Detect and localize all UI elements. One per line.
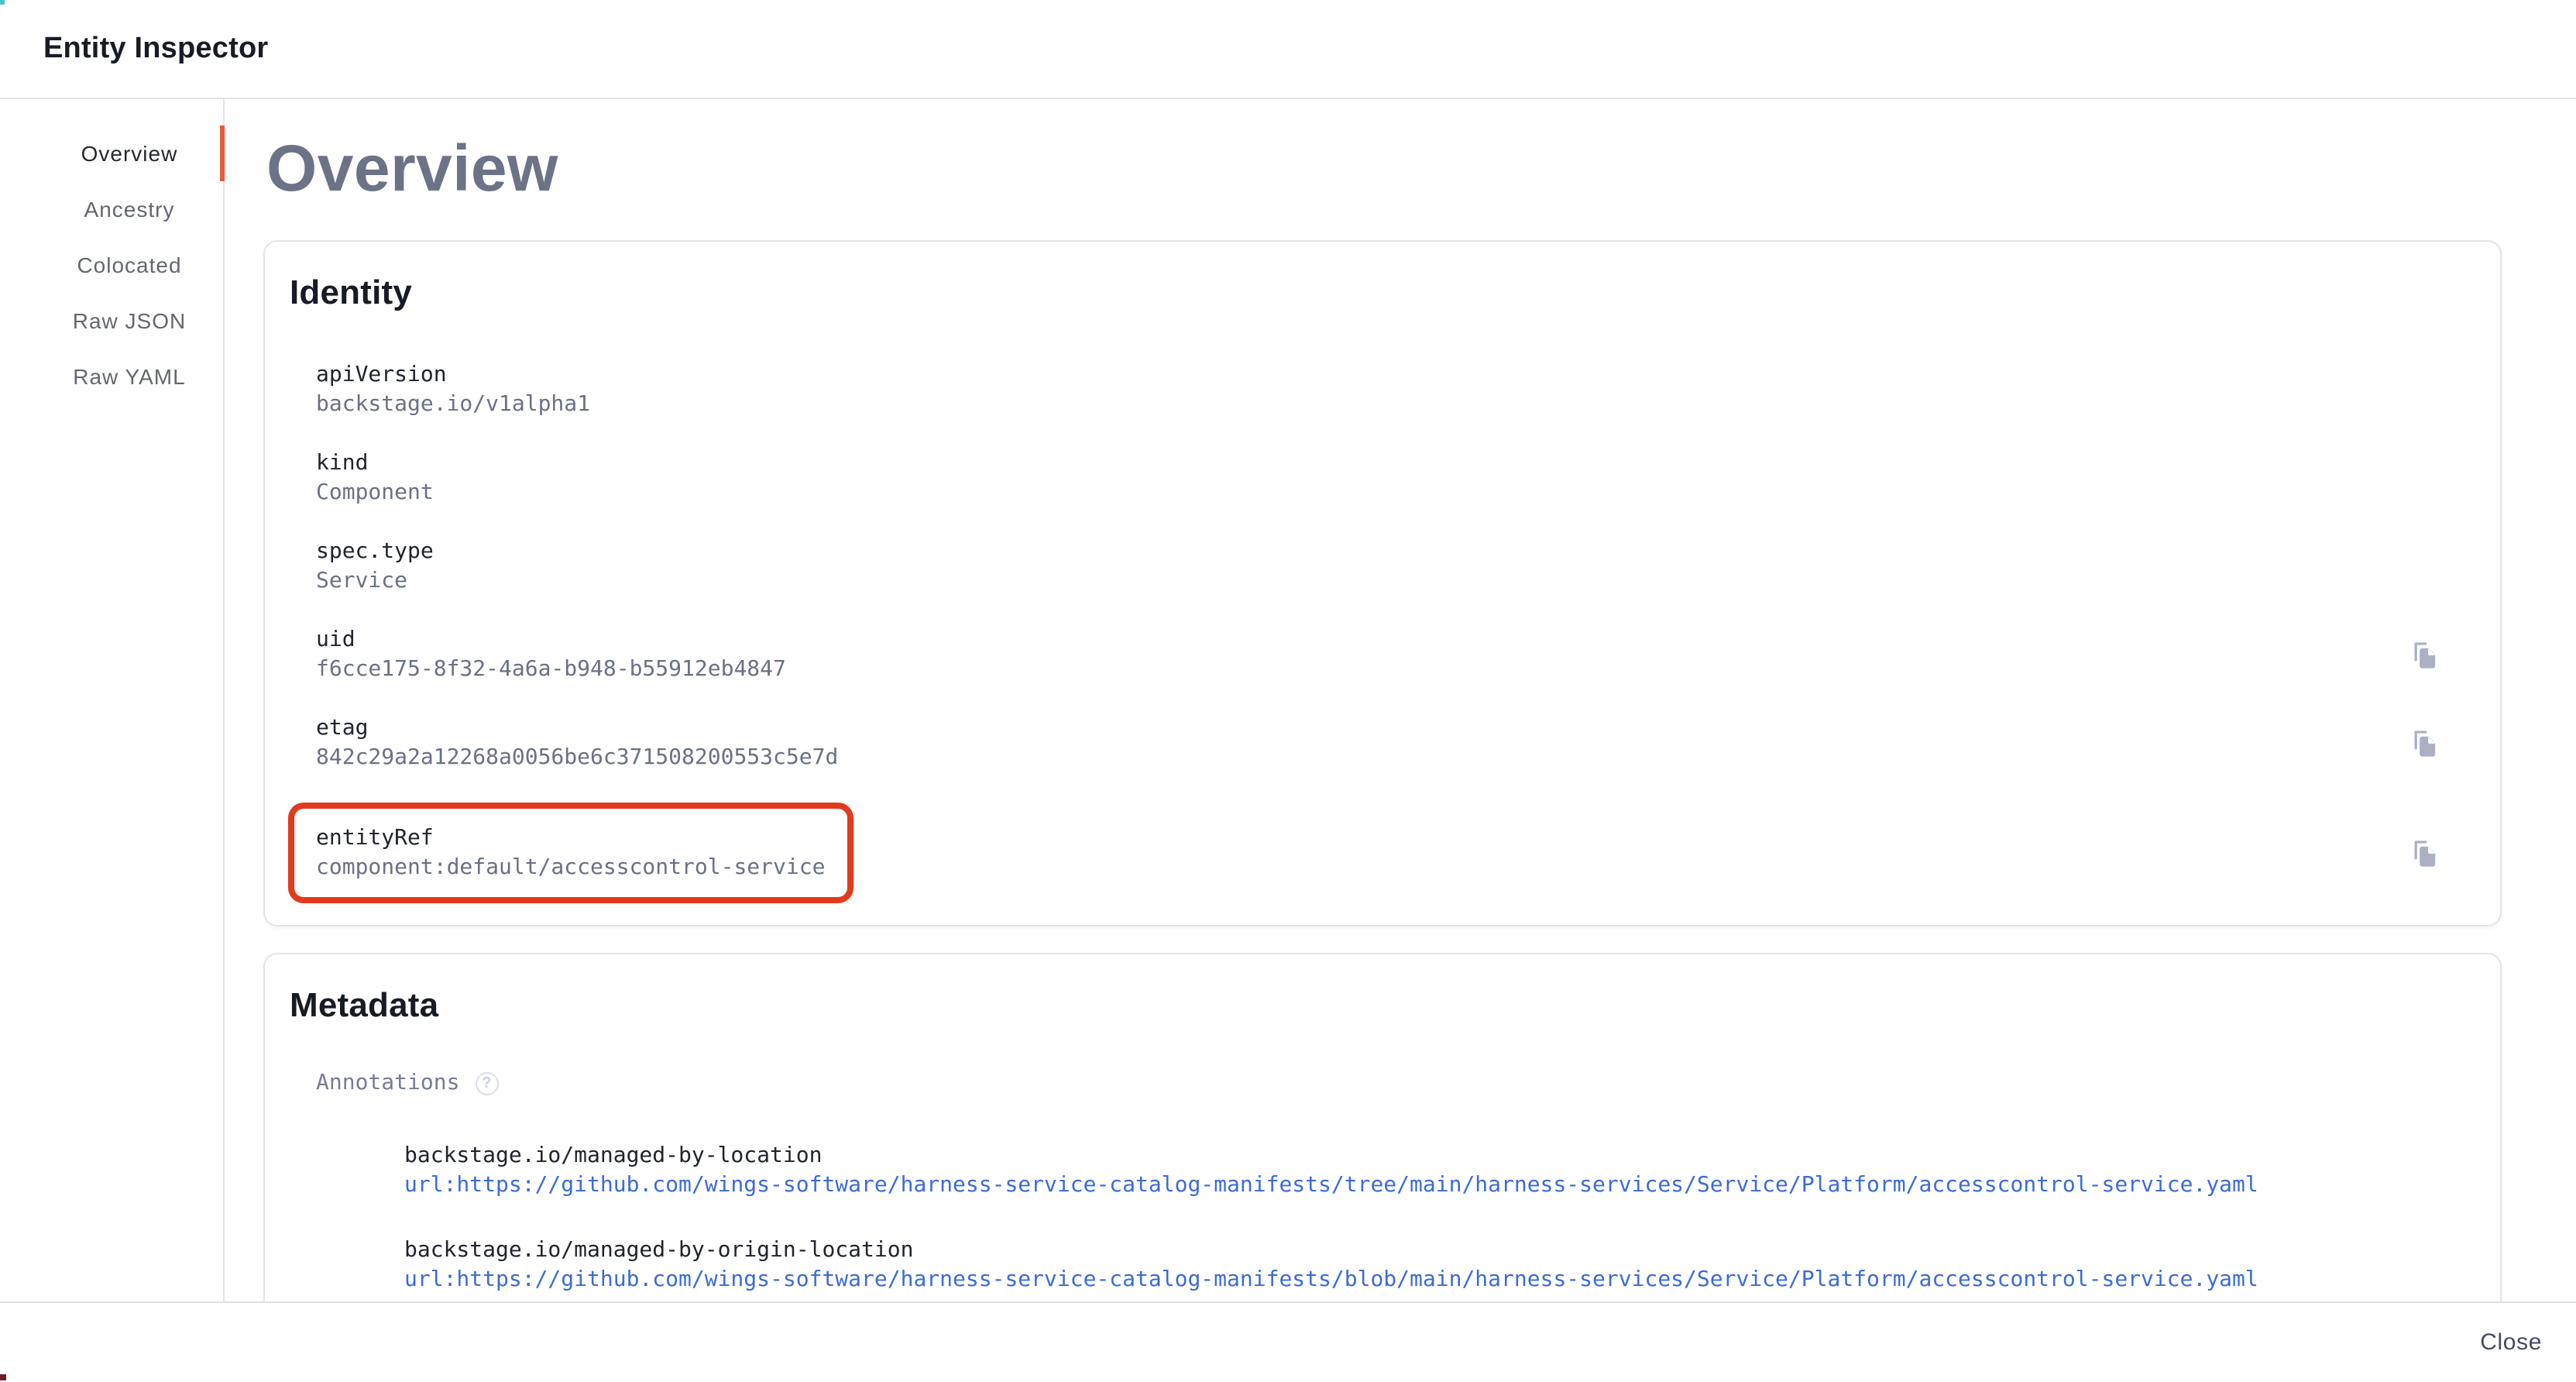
dialog-title: Entity Inspector: [43, 32, 268, 66]
field-uid: uid f6cce175-8f32-4a6a-b948-b55912eb4847: [316, 626, 2441, 685]
annotations-list: backstage.io/managed-by-location url:htt…: [290, 1142, 2475, 1295]
field-etag: etag 842c29a2a12268a0056be6c371508200553…: [316, 714, 2441, 773]
field-etag-label: etag: [316, 714, 838, 744]
inspector-tabs: Overview Ancestry Colocated Raw JSON Raw…: [0, 99, 225, 1301]
tab-panel-overview: Overview Identity apiVersion backstage.i…: [225, 99, 2576, 1301]
copy-icon: [2409, 837, 2440, 868]
field-kind: kind Component: [316, 449, 2441, 508]
identity-card-title: Identity: [290, 271, 2475, 315]
field-apiversion-label: apiVersion: [316, 361, 590, 390]
field-apiversion: apiVersion backstage.io/v1alpha1: [316, 361, 2441, 420]
copy-icon: [2409, 640, 2440, 671]
annotation-key: backstage.io/managed-by-origin-location: [404, 1236, 2475, 1266]
entityref-highlight-ring: entityRef component:default/accesscontro…: [288, 803, 853, 903]
dialog-body: Overview Ancestry Colocated Raw JSON Raw…: [0, 99, 2576, 1301]
screen-edge-artifact: [0, 1374, 6, 1380]
copy-icon: [2409, 728, 2440, 759]
copy-uid-button[interactable]: [2395, 626, 2454, 685]
field-spec-type: spec.type Service: [316, 538, 2441, 596]
tab-raw-yaml-label: Raw YAML: [73, 364, 185, 389]
annotations-label: Annotations: [316, 1071, 459, 1095]
field-kind-value: Component: [316, 479, 434, 508]
tab-overview-label: Overview: [81, 141, 178, 166]
field-uid-label: uid: [316, 626, 786, 655]
help-circle-icon[interactable]: ?: [475, 1071, 498, 1095]
field-entityref: entityRef component:default/accesscontro…: [316, 803, 2441, 903]
field-apiversion-value: backstage.io/v1alpha1: [316, 390, 590, 420]
field-uid-value: f6cce175-8f32-4a6a-b948-b55912eb4847: [316, 655, 786, 685]
field-spec-type-label: spec.type: [316, 538, 434, 567]
identity-card: Identity apiVersion backstage.io/v1alpha…: [263, 240, 2502, 926]
tab-raw-json[interactable]: Raw JSON: [0, 293, 223, 349]
field-etag-value: 842c29a2a12268a0056be6c371508200553c5e7d: [316, 744, 838, 773]
tab-colocated-label: Colocated: [77, 253, 181, 277]
copy-etag-button[interactable]: [2395, 714, 2454, 773]
close-button[interactable]: Close: [2468, 1320, 2554, 1365]
annotation-managed-by-location: backstage.io/managed-by-location url:htt…: [404, 1142, 2475, 1201]
tab-overview[interactable]: Overview: [0, 125, 223, 181]
tab-ancestry-label: Ancestry: [84, 197, 175, 222]
annotation-url-link[interactable]: url:https://github.com/wings-software/ha…: [404, 1266, 2258, 1295]
tab-raw-yaml[interactable]: Raw YAML: [0, 349, 223, 404]
entity-inspector-dialog: Entity Inspector Overview Ancestry Coloc…: [0, 0, 2576, 1382]
annotations-header: Annotations ?: [290, 1071, 2475, 1095]
metadata-card-title: Metadata: [290, 984, 2475, 1027]
field-entityref-label: entityRef: [316, 824, 825, 854]
dialog-header: Entity Inspector: [0, 0, 2576, 99]
field-entityref-value: component:default/accesscontrol-service: [316, 854, 825, 883]
metadata-card: Metadata Annotations ? backstage.io/mana…: [263, 953, 2502, 1301]
dialog-footer: Close: [0, 1301, 2576, 1382]
screen-edge-artifact: [0, 0, 5, 5]
identity-fields: apiVersion backstage.io/v1alpha1 kind Co…: [290, 361, 2475, 903]
page-title: Overview: [266, 133, 2576, 205]
field-kind-label: kind: [316, 449, 434, 479]
active-tab-indicator: [220, 125, 225, 181]
field-spec-type-value: Service: [316, 567, 434, 596]
copy-entityref-button[interactable]: [2395, 823, 2454, 882]
tab-colocated[interactable]: Colocated: [0, 237, 223, 293]
annotation-key: backstage.io/managed-by-location: [404, 1142, 2475, 1171]
annotation-url-link[interactable]: url:https://github.com/wings-software/ha…: [404, 1171, 2258, 1201]
tab-ancestry[interactable]: Ancestry: [0, 181, 223, 237]
annotation-managed-by-origin-location: backstage.io/managed-by-origin-location …: [404, 1236, 2475, 1295]
tab-raw-json-label: Raw JSON: [73, 308, 186, 333]
